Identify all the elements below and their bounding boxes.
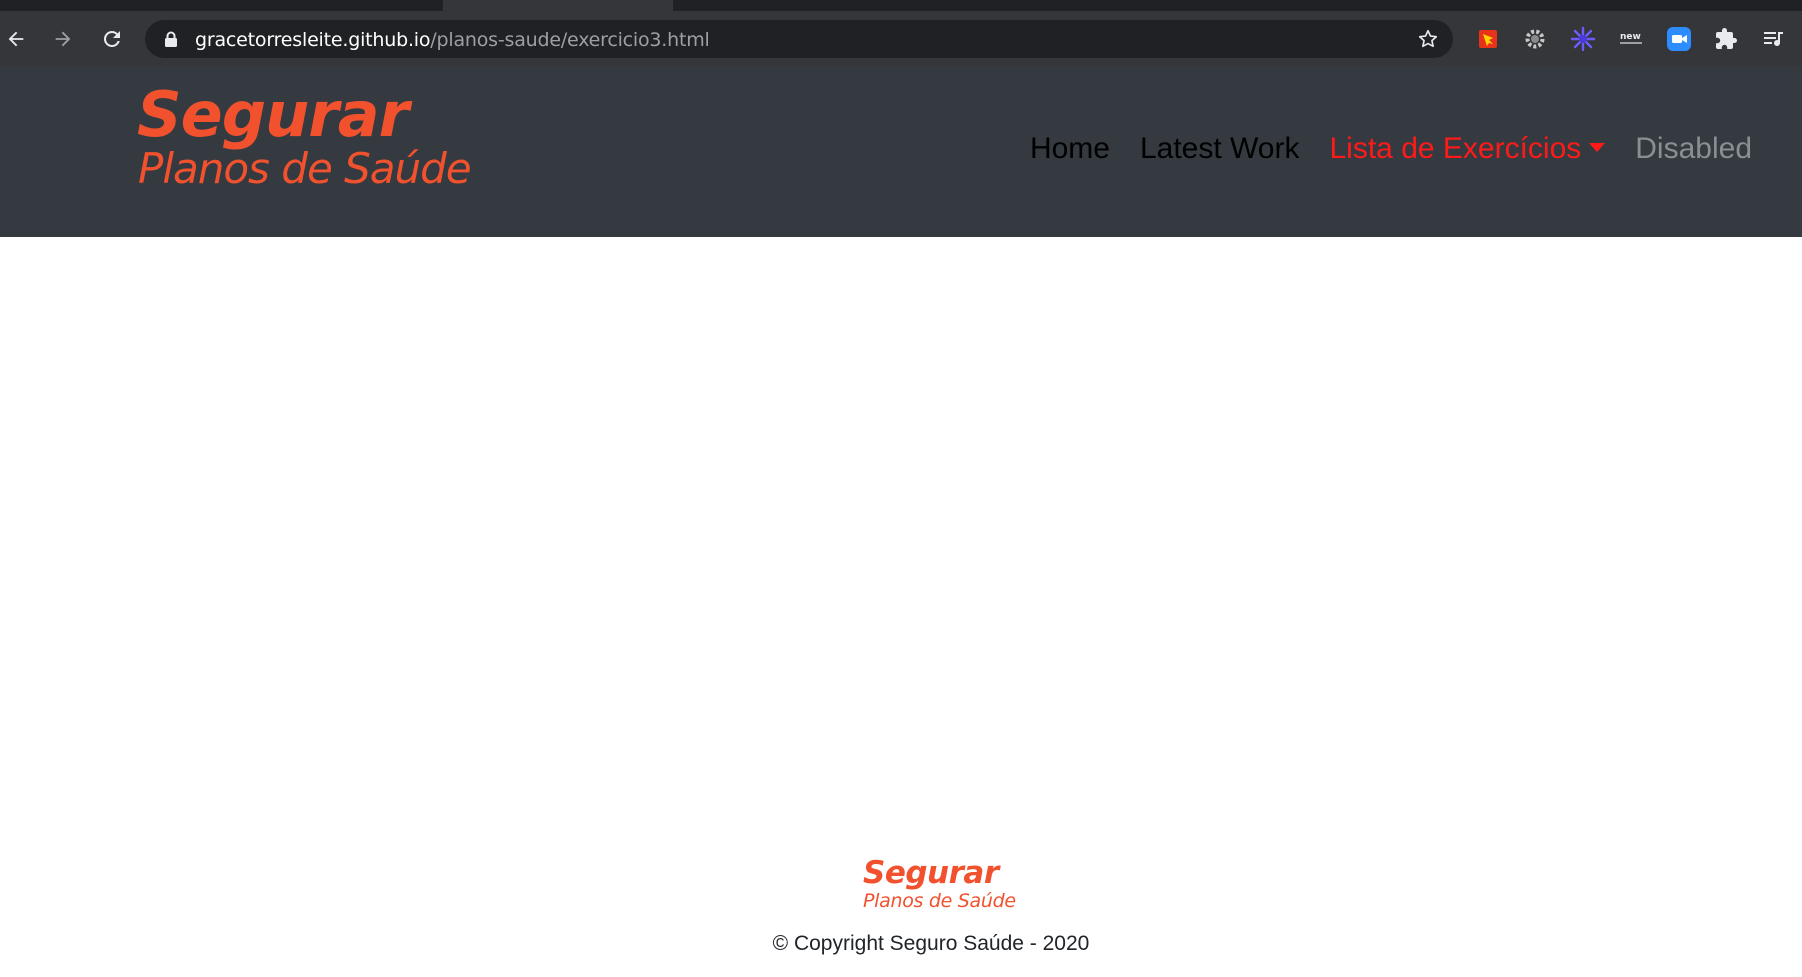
new-extension-icon[interactable]: new <box>1617 25 1645 53</box>
gear-extension-icon[interactable] <box>1521 25 1549 53</box>
svg-text:new: new <box>1620 32 1641 42</box>
footer-logo-title: Segurar <box>863 855 999 891</box>
brand-logo[interactable]: Segurar Planos de Saúde <box>137 78 472 193</box>
back-button[interactable] <box>0 23 32 55</box>
nav-item-exercises-dropdown[interactable]: Lista de Exercícios <box>1329 132 1606 166</box>
nav-item-disabled: Disabled <box>1635 132 1752 165</box>
url-path: /planos-saude/exercicio3.html <box>430 29 710 51</box>
copyright-text: © Copyright Seguro Saúde - 2020 <box>772 932 1090 955</box>
nav-item-home[interactable]: Home <box>1030 132 1110 166</box>
zoom-extension-icon[interactable] <box>1665 25 1693 53</box>
extension-red-yellow-icon[interactable] <box>1474 25 1502 53</box>
nav-item-latest-work[interactable]: Latest Work <box>1140 132 1300 166</box>
bookmark-star-icon[interactable] <box>1417 28 1439 55</box>
arrow-right-icon <box>55 31 71 47</box>
forward-button[interactable] <box>47 23 79 55</box>
media-queue-icon[interactable] <box>1760 25 1788 53</box>
site-header: Segurar Planos de Saúde Home Latest Work… <box>0 66 1802 237</box>
reload-icon <box>103 30 120 47</box>
nav-item-exercises-label: Lista de Exercícios <box>1329 132 1582 165</box>
url-host: gracetorresleite.github.io <box>195 29 431 51</box>
main-nav: Home Latest Work Lista de Exercícios Dis… <box>1000 132 1752 166</box>
logo-title: Segurar <box>137 78 409 151</box>
footer-logo-subtitle: Planos de Saúde <box>863 890 1016 912</box>
browser-tab-strip <box>0 0 1802 12</box>
url-text: gracetorresleite.github.io/planos-saude/… <box>195 29 710 51</box>
browser-toolbar: gracetorresleite.github.io/planos-saude/… <box>0 11 1802 66</box>
footer-logo: Segurar Planos de Saúde <box>863 858 1016 911</box>
reload-button[interactable] <box>96 23 128 55</box>
browser-tab-active[interactable] <box>443 0 673 11</box>
snowflake-extension-icon[interactable] <box>1569 25 1597 53</box>
puzzle-icon[interactable] <box>1712 25 1740 53</box>
lock-icon <box>164 31 178 53</box>
caret-down-icon <box>1589 143 1606 152</box>
logo-subtitle: Planos de Saúde <box>138 144 472 193</box>
arrow-left-icon <box>8 31 24 47</box>
address-bar[interactable]: gracetorresleite.github.io/planos-saude/… <box>145 20 1453 58</box>
